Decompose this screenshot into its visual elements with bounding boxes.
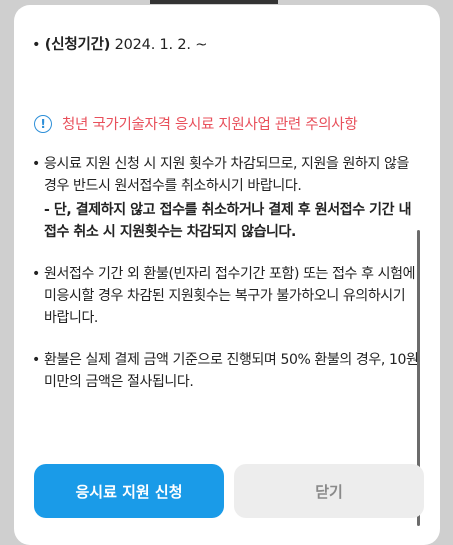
period-label: (신청기간) — [44, 37, 111, 53]
notice-modal: • (신청기간) 2024. 1. 2. ~ ! 청년 국가기술자격 응시료 지… — [14, 5, 440, 545]
note-text: 환불은 실제 결제 금액 기준으로 진행되며 50% 환불의 경우, 10원 미… — [44, 352, 419, 390]
note-emphasis: - 단, 결제하지 않고 접수를 취소하거나 결제 후 원서접수 기간 내 접수… — [44, 202, 412, 240]
background-bar — [150, 0, 278, 4]
note-text: 원서접수 기간 외 환불(빈자리 접수기간 포함) 또는 접수 후 시험에 미응… — [44, 266, 416, 326]
period-value: 2024. 1. 2. ~ — [114, 37, 208, 53]
list-item: 응시료 지원 신청 시 지원 횟수가 차감되므로, 지원을 원하지 않을 경우 … — [32, 153, 422, 243]
close-button[interactable]: 닫기 — [234, 464, 424, 518]
notice-list: 응시료 지원 신청 시 지원 횟수가 차감되므로, 지원을 원하지 않을 경우 … — [32, 153, 422, 413]
warning-heading: ! 청년 국가기술자격 응시료 지원사업 관련 주의사항 — [34, 113, 358, 134]
list-item: 원서접수 기간 외 환불(빈자리 접수기간 포함) 또는 접수 후 시험에 미응… — [32, 263, 422, 329]
application-period: • (신청기간) 2024. 1. 2. ~ — [32, 37, 208, 53]
info-icon: ! — [34, 114, 52, 133]
list-item: 환불은 실제 결제 금액 기준으로 진행되며 50% 환불의 경우, 10원 미… — [32, 349, 422, 393]
note-text: 응시료 지원 신청 시 지원 횟수가 차감되므로, 지원을 원하지 않을 경우 … — [44, 156, 409, 194]
apply-support-button[interactable]: 응시료 지원 신청 — [34, 464, 224, 518]
warning-title: 청년 국가기술자격 응시료 지원사업 관련 주의사항 — [62, 117, 358, 133]
